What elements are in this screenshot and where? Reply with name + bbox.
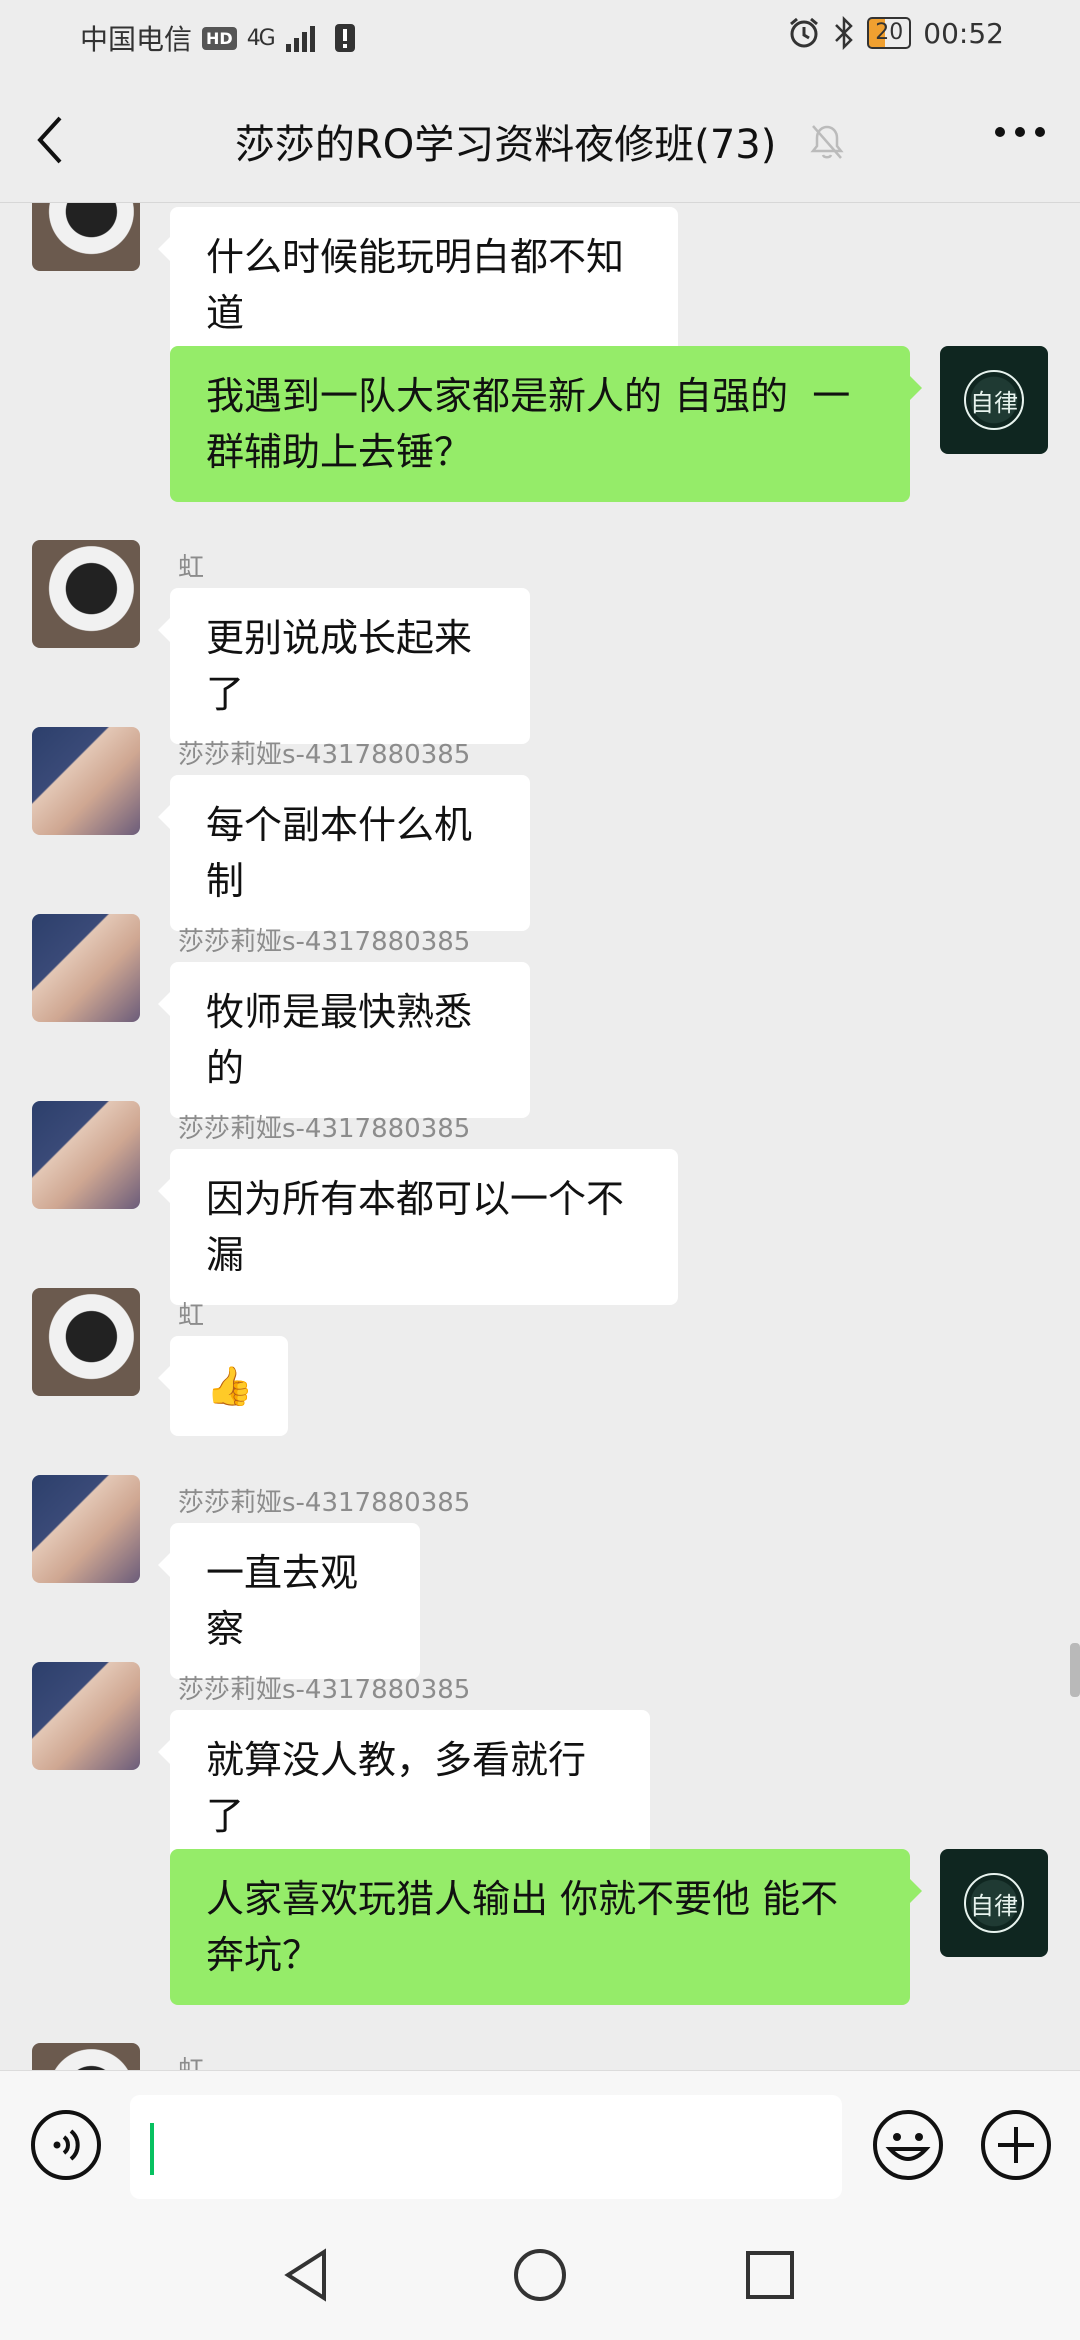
message-bubble[interactable]: 就算没人教，多看就行了	[158, 1710, 650, 1866]
bluetooth-icon	[835, 16, 854, 50]
chat-title: 莎莎的RO学习资料夜修班(73)	[234, 122, 777, 168]
text-caret	[150, 2123, 154, 2175]
message-bubble[interactable]: 什么时候能玩明白都不知道	[158, 207, 678, 363]
message-bubble[interactable]: 👍	[158, 1336, 288, 1436]
more-dots-icon	[995, 127, 1045, 137]
message-bubble[interactable]: 更别说成长起来了	[158, 588, 530, 744]
sender-name: 虹	[178, 2050, 204, 2070]
chat-header: 莎莎的RO学习资料夜修班(73)	[0, 72, 1080, 203]
nav-recents-button[interactable]	[735, 2240, 805, 2310]
sender-name: 莎莎莉娅s-4317880385	[178, 740, 471, 770]
plus-icon	[981, 2110, 1051, 2180]
message-bubble[interactable]: 因为所有本都可以一个不漏	[158, 1149, 678, 1305]
triangle-back-icon	[284, 2248, 326, 2302]
signal-icon	[285, 26, 315, 52]
input-bar	[0, 2070, 1080, 2211]
sender-name: 莎莎莉娅s-4317880385	[178, 1114, 471, 1144]
nav-home-button[interactable]	[505, 2240, 575, 2310]
avatar-cat[interactable]	[32, 540, 140, 648]
avatar-girl[interactable]	[32, 914, 140, 1022]
message-bubble-self[interactable]: 人家喜欢玩猎人输出 你就不要他 能不奔坑？	[170, 1849, 922, 2005]
more-button[interactable]	[990, 122, 1050, 162]
message-bubble[interactable]: 每个副本什么机制	[158, 775, 530, 931]
avatar-cat[interactable]	[32, 2043, 140, 2070]
avatar-cat[interactable]	[32, 1288, 140, 1396]
clock: 00:52	[923, 16, 1004, 50]
circle-home-icon	[514, 2249, 566, 2301]
carrier-name: 中国电信	[80, 23, 193, 56]
voice-icon	[31, 2110, 101, 2180]
message-bubble[interactable]: 一直去观察	[158, 1523, 420, 1679]
avatar-cat[interactable]	[32, 203, 140, 271]
message-bubble[interactable]: 牧师是最快熟悉的	[158, 962, 530, 1118]
alert-icon	[334, 24, 355, 52]
scrollbar-thumb[interactable]	[1070, 1643, 1080, 1697]
more-functions-button[interactable]	[980, 2109, 1052, 2181]
nav-back-button[interactable]	[272, 2240, 342, 2310]
sender-name: 虹	[178, 553, 205, 583]
avatar-girl[interactable]	[32, 1475, 140, 1583]
message-input[interactable]	[130, 2095, 842, 2199]
status-left: 中国电信 HD 4G	[80, 18, 356, 58]
bell-off-icon	[809, 122, 845, 172]
square-recents-icon	[746, 2251, 794, 2299]
alarm-icon	[790, 17, 819, 48]
sender-name: 莎莎莉娅s-4317880385	[178, 927, 471, 957]
emoji-button[interactable]	[872, 2109, 944, 2181]
avatar-self[interactable]: 自律	[940, 346, 1048, 454]
battery-indicator: 20	[867, 17, 912, 49]
status-right: 20 00:52	[787, 16, 1004, 50]
self-avatar-text: 自律	[964, 370, 1024, 430]
system-nav-bar	[0, 2210, 1080, 2340]
status-bar: 中国电信 HD 4G 20 00:52	[0, 0, 1080, 72]
sender-name: 虹	[178, 1301, 205, 1331]
sender-name: 莎莎莉娅s-4317880385	[178, 1675, 471, 1705]
avatar-girl[interactable]	[32, 1101, 140, 1209]
self-avatar-text: 自律	[964, 1873, 1024, 1933]
hd-badge: HD	[202, 26, 237, 50]
avatar-girl[interactable]	[32, 727, 140, 835]
message-bubble-self[interactable]: 我遇到一队大家都是新人的 自强的 一群辅助上去锤？	[170, 346, 922, 502]
sender-name: 莎莎莉娅s-4317880385	[178, 1488, 471, 1518]
avatar-self[interactable]: 自律	[940, 1849, 1048, 1957]
voice-button[interactable]	[30, 2109, 102, 2181]
avatar-girl[interactable]	[32, 1662, 140, 1770]
chat-title-wrap: 莎莎的RO学习资料夜修班(73)	[0, 112, 1080, 172]
message-list[interactable]: 什么时候能玩明白都不知道 自律 我遇到一队大家都是新人的 自强的 一群辅助上去锤…	[0, 203, 1080, 2070]
network-type: 4G	[246, 25, 276, 51]
emoji-icon	[873, 2110, 943, 2180]
